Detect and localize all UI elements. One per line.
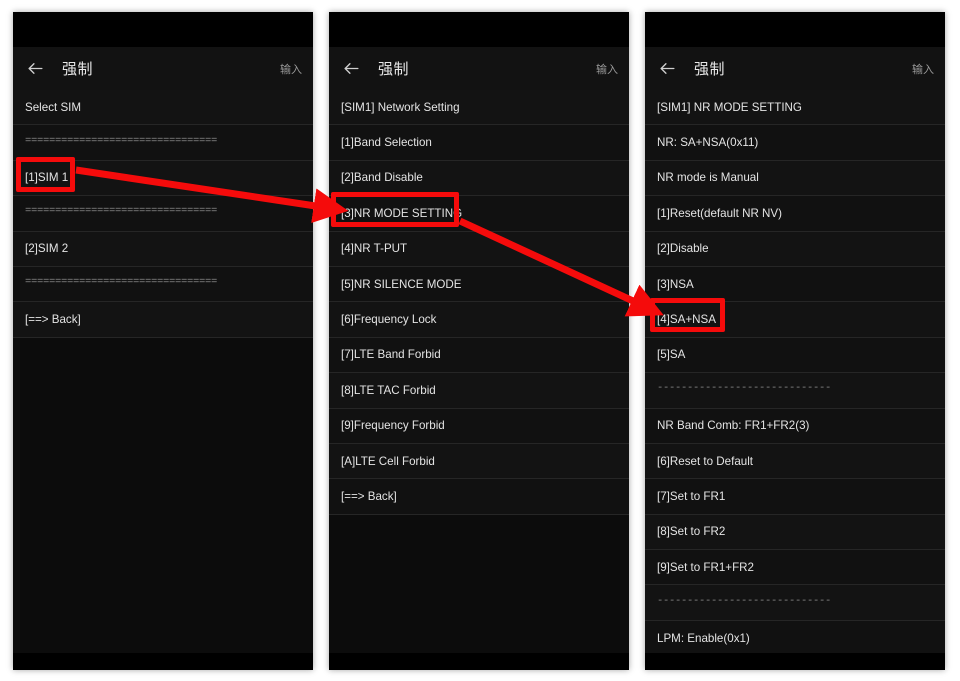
list-item[interactable]: [9]Set to FR1+FR2	[645, 550, 945, 586]
list-item-label: -----------------------------	[657, 382, 832, 395]
list-item-label: NR mode is Manual	[657, 171, 759, 185]
list-item[interactable]: [1]Band Selection	[329, 125, 629, 161]
list-item-label: [2]Band Disable	[341, 171, 423, 185]
list-item-label: NR: SA+NSA(0x11)	[657, 136, 759, 150]
list-item[interactable]: [1]Reset(default NR NV)	[645, 196, 945, 232]
menu-list: Select SIM ==============================…	[13, 90, 313, 653]
list-item-label: [3]NSA	[657, 277, 694, 291]
phone-panel-select-sim: 强制 输入 Select SIM ========================…	[13, 12, 313, 670]
navigation-bar	[329, 653, 629, 670]
list-item-label: [A]LTE Cell Forbid	[341, 454, 435, 468]
list-item-label: -----------------------------	[657, 594, 832, 607]
list-item-label: [4]NR T-PUT	[341, 242, 408, 256]
phone-panel-nr-mode-setting: 强制 输入 [SIM1] NR MODE SETTING NR: SA+NSA(0…	[645, 12, 945, 670]
arrow-left-icon[interactable]	[342, 59, 361, 78]
status-bar	[645, 12, 945, 47]
list-item-label: [3]NR MODE SETTING	[341, 206, 463, 220]
list-empty-space	[13, 337, 313, 653]
list-item-label: [2]SIM 2	[25, 242, 69, 256]
list-item-label: NR Band Comb: FR1+FR2(3)	[657, 419, 810, 433]
screenshot-stage: 强制 输入 Select SIM ========================…	[0, 0, 960, 681]
list-item[interactable]: [3]NSA	[645, 266, 945, 303]
list-item-label: [1]Band Selection	[341, 136, 432, 150]
list-item-label: Select SIM	[25, 100, 82, 114]
list-item-label: ================================	[25, 276, 218, 289]
arrow-left-icon[interactable]	[658, 59, 677, 78]
list-item[interactable]: [5]NR SILENCE MODE	[329, 266, 629, 303]
list-separator: ================================	[13, 266, 313, 303]
status-bar	[329, 12, 629, 47]
list-item-label: [1]Reset(default NR NV)	[657, 206, 783, 220]
page-title: 强制	[694, 60, 726, 78]
list-item[interactable]: [SIM1] Network Setting	[329, 90, 629, 126]
list-item-label: [SIM1] Network Setting	[341, 100, 460, 114]
list-item[interactable]: [2]SIM 2	[13, 231, 313, 267]
app-bar: 强制 输入	[13, 47, 313, 90]
list-item[interactable]: [6]Reset to Default	[645, 443, 945, 480]
list-item[interactable]: [1]SIM 1	[13, 160, 313, 197]
list-item[interactable]: [9]Frequency Forbid	[329, 408, 629, 444]
list-item[interactable]: [5]SA	[645, 337, 945, 374]
list-item-label: [==> Back]	[25, 313, 81, 327]
list-item-label: [8]LTE TAC Forbid	[341, 383, 436, 397]
list-item-label: [1]SIM 1	[25, 171, 69, 185]
list-item-label: [7]Set to FR1	[657, 489, 726, 503]
list-item[interactable]: Select SIM	[13, 90, 313, 126]
phone-panel-network-setting: 强制 输入 [SIM1] Network Setting [1]Band Sele…	[329, 12, 629, 670]
list-item-label: [8]Set to FR2	[657, 525, 726, 539]
navigation-bar	[645, 653, 945, 670]
list-item[interactable]: NR: SA+NSA(0x11)	[645, 125, 945, 161]
list-item[interactable]: NR Band Comb: FR1+FR2(3)	[645, 408, 945, 444]
list-item-label: [6]Frequency Lock	[341, 313, 437, 327]
list-item-label: [2]Disable	[657, 242, 709, 256]
list-separator: ================================	[13, 196, 313, 232]
list-item[interactable]: [2]Disable	[645, 231, 945, 267]
list-item[interactable]: [8]LTE TAC Forbid	[329, 373, 629, 409]
list-item[interactable]: NR mode is Manual	[645, 160, 945, 197]
list-item-label: [SIM1] NR MODE SETTING	[657, 100, 802, 114]
list-separator: ================================	[13, 125, 313, 161]
list-item[interactable]: [==> Back]	[13, 302, 313, 338]
list-item-label: ================================	[25, 134, 218, 147]
arrow-left-icon[interactable]	[26, 59, 45, 78]
list-item[interactable]: [4]SA+NSA	[645, 302, 945, 338]
list-item[interactable]: [3]NR MODE SETTING	[329, 196, 629, 232]
list-item[interactable]: [8]Set to FR2	[645, 514, 945, 551]
list-item[interactable]: [A]LTE Cell Forbid	[329, 443, 629, 480]
list-item[interactable]: [2]Band Disable	[329, 160, 629, 197]
navigation-bar	[13, 653, 313, 670]
page-title: 强制	[62, 60, 94, 78]
list-item[interactable]: [SIM1] NR MODE SETTING	[645, 90, 945, 126]
list-item-label: [4]SA+NSA	[657, 313, 716, 327]
list-item-label: [6]Reset to Default	[657, 454, 754, 468]
list-item[interactable]: [==> Back]	[329, 479, 629, 515]
list-item-label: [==> Back]	[341, 489, 397, 503]
list-item-label: [5]SA	[657, 348, 686, 362]
app-bar: 强制 输入	[329, 47, 629, 90]
menu-list: [SIM1] NR MODE SETTING NR: SA+NSA(0x11) NR…	[645, 90, 945, 657]
list-separator: -----------------------------	[645, 585, 945, 621]
list-item-label: [9]Set to FR1+FR2	[657, 560, 754, 574]
menu-list: [SIM1] Network Setting [1]Band Selection […	[329, 90, 629, 653]
list-item[interactable]: [7]LTE Band Forbid	[329, 337, 629, 374]
list-item[interactable]: [7]Set to FR1	[645, 479, 945, 515]
list-item-label: [7]LTE Band Forbid	[341, 348, 441, 362]
list-item[interactable]: [6]Frequency Lock	[329, 302, 629, 338]
list-separator: -----------------------------	[645, 373, 945, 409]
input-action-button[interactable]: 输入	[912, 61, 934, 77]
list-item-label: [9]Frequency Forbid	[341, 419, 445, 433]
status-bar	[13, 12, 313, 47]
list-item[interactable]: [4]NR T-PUT	[329, 231, 629, 267]
input-action-button[interactable]: 输入	[280, 61, 302, 77]
page-title: 强制	[378, 60, 410, 78]
list-empty-space	[329, 514, 629, 653]
list-item[interactable]: LPM: Enable(0x1)	[645, 620, 945, 657]
list-item-label: LPM: Enable(0x1)	[657, 631, 750, 645]
list-item-label: [5]NR SILENCE MODE	[341, 277, 462, 291]
input-action-button[interactable]: 输入	[596, 61, 618, 77]
app-bar: 强制 输入	[645, 47, 945, 90]
list-item-label: ================================	[25, 205, 218, 218]
